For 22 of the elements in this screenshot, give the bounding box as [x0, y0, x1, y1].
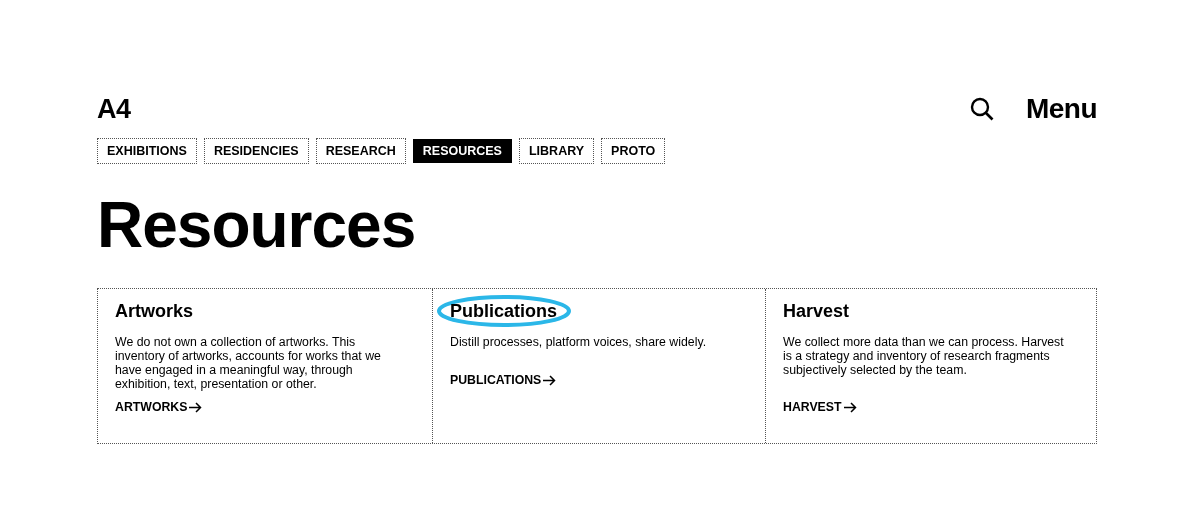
search-icon[interactable]: [969, 97, 994, 121]
menu-button[interactable]: Menu: [1025, 93, 1097, 125]
logo[interactable]: A4: [97, 93, 131, 125]
page-title: Resources: [97, 190, 417, 260]
arrow-icon: [843, 401, 857, 413]
card-description: Distill processes, platform voices, share widely.: [450, 335, 708, 349]
nav-tab[interactable]: PROTO: [601, 138, 666, 164]
nav-tab[interactable]: RESIDENCIES: [203, 138, 309, 164]
card-link[interactable]: PUBLICATIONS: [450, 373, 557, 387]
card-title: Harvest: [783, 301, 850, 321]
nav-tab[interactable]: RESOURCES: [412, 139, 512, 163]
card-title: Artworks: [115, 301, 194, 321]
card-description: We collect more data than we can process. Harvest is a strategy and inventory of research fragments subjectively selected by the team.: [783, 335, 1065, 377]
card-link[interactable]: HARVEST: [783, 400, 857, 414]
nav-tab[interactable]: EXHIBITIONS: [97, 138, 197, 164]
arrow-icon: [189, 401, 203, 413]
card-title: Publications: [450, 301, 557, 321]
card-link[interactable]: ARTWORKS: [115, 400, 203, 414]
nav-tab[interactable]: LIBRARY: [518, 138, 595, 164]
nav-tab[interactable]: RESEARCH: [315, 138, 406, 164]
arrow-icon: [543, 374, 557, 386]
card-description: We do not own a collection of artworks. This inventory of artworks, accounts for works that we have engaged in a meaningful way, through exhibition, text, presentation or other.: [115, 335, 382, 391]
